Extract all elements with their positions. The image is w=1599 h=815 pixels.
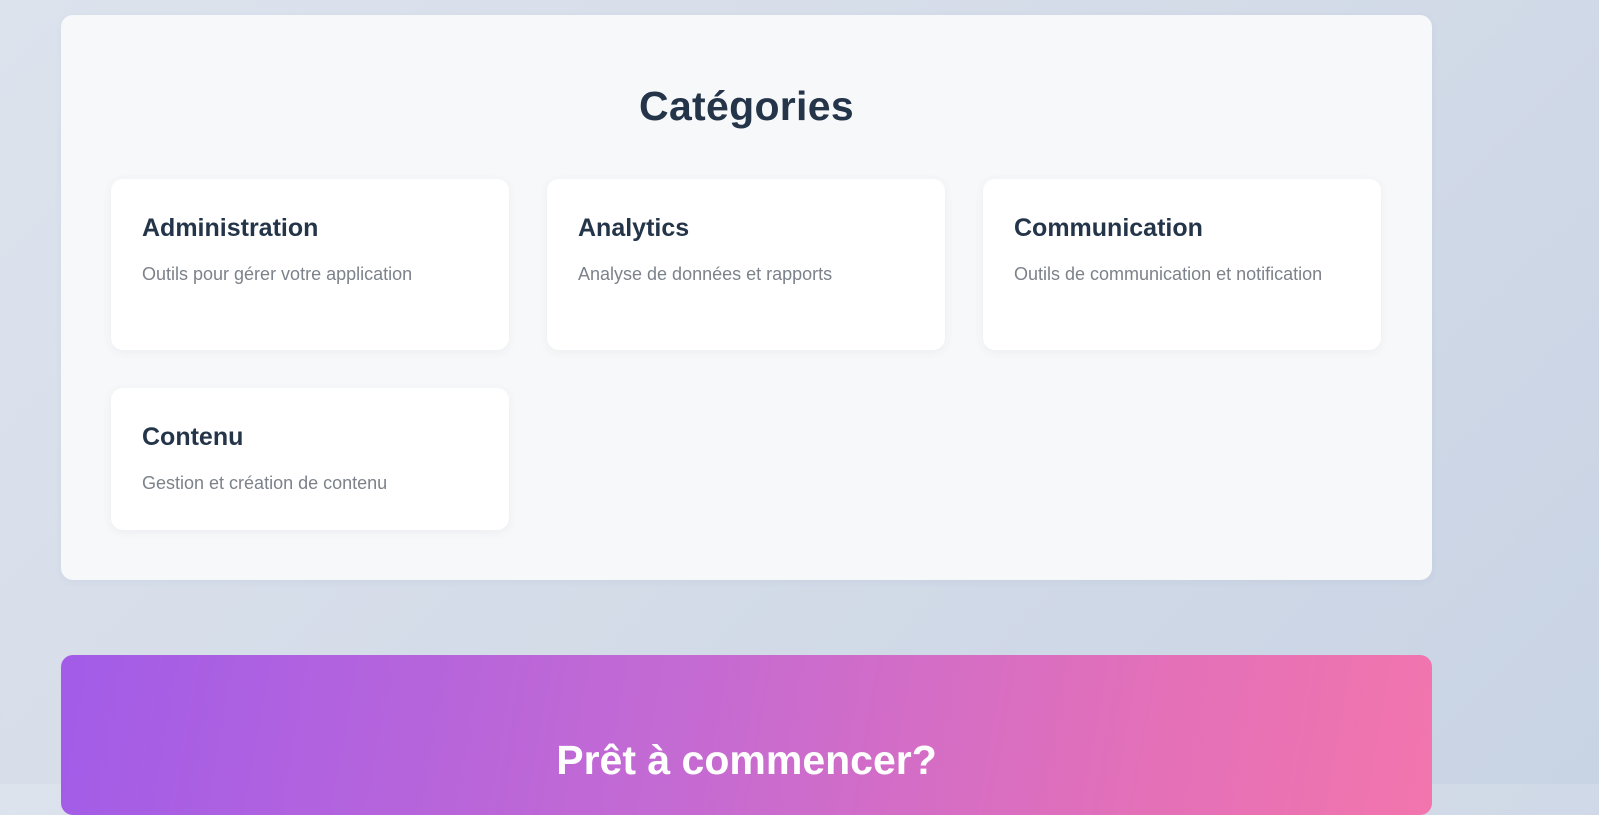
category-card-description: Outils de communication et notification — [1014, 264, 1323, 284]
category-card-analytics[interactable]: Analytics Analyse de données et rapports — [547, 179, 945, 350]
category-card-description: Outils pour gérer votre application — [142, 264, 413, 284]
category-card-title: Analytics — [578, 214, 690, 242]
category-card-description: Analyse de données et rapports — [578, 264, 833, 284]
category-card-description: Gestion et création de contenu — [142, 473, 388, 493]
category-card-administration[interactable]: Administration Outils pour gérer votre a… — [111, 179, 509, 350]
category-card-contenu[interactable]: Contenu Gestion et création de contenu — [111, 388, 509, 530]
section-title: Catégories — [639, 83, 854, 129]
category-card-title: Contenu — [142, 423, 244, 451]
category-card-communication[interactable]: Communication Outils de communication et… — [983, 179, 1381, 350]
cta-section: Prêt à commencer? — [61, 655, 1432, 815]
category-card-title: Communication — [1014, 214, 1203, 242]
category-card-title: Administration — [142, 214, 319, 242]
cta-title: Prêt à commencer? — [556, 737, 937, 783]
categories-section: Catégories Administration Outils pour gé… — [61, 15, 1432, 580]
